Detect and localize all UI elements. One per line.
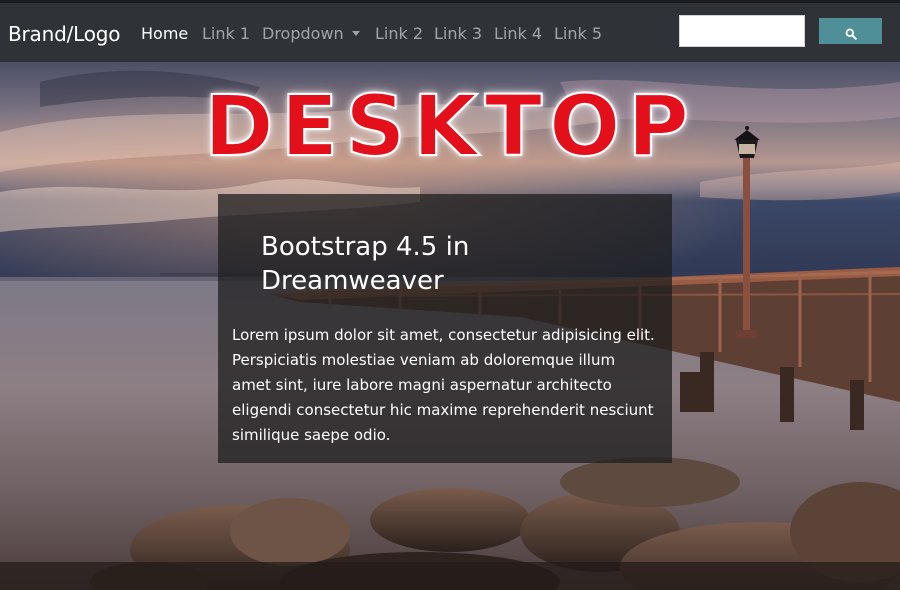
browser-viewport: Brand/Logo Home Link 1 Dropdown Link 2 L… [0, 0, 900, 590]
nav-link-3[interactable]: Link 3 [434, 24, 482, 43]
navbar: Brand/Logo Home Link 1 Dropdown Link 2 L… [0, 3, 900, 62]
chevron-down-icon [351, 31, 360, 36]
desktop-headline: DESKTOP [203, 77, 696, 175]
search-button[interactable] [819, 18, 882, 44]
nav-link-1[interactable]: Link 1 [202, 24, 250, 43]
nav-link-5[interactable]: Link 5 [554, 24, 602, 43]
nav-link-2[interactable]: Link 2 [375, 24, 423, 43]
nav-link-4[interactable]: Link 4 [494, 24, 542, 43]
card-text: Lorem ipsum dolor sit amet, consectetur … [232, 326, 655, 444]
brand-logo[interactable]: Brand/Logo [8, 22, 120, 46]
card-title: Bootstrap 4.5 in Dreamweaver [261, 232, 470, 296]
nav-link-home[interactable]: Home [141, 24, 188, 43]
search-icon [845, 28, 857, 40]
nav-dropdown-label: Dropdown [262, 24, 344, 43]
hero-caption-card: Bootstrap 4.5 in Dreamweaver Lorem ipsum… [218, 194, 672, 463]
nav-dropdown[interactable]: Dropdown [262, 24, 360, 43]
search-input[interactable] [679, 15, 805, 47]
